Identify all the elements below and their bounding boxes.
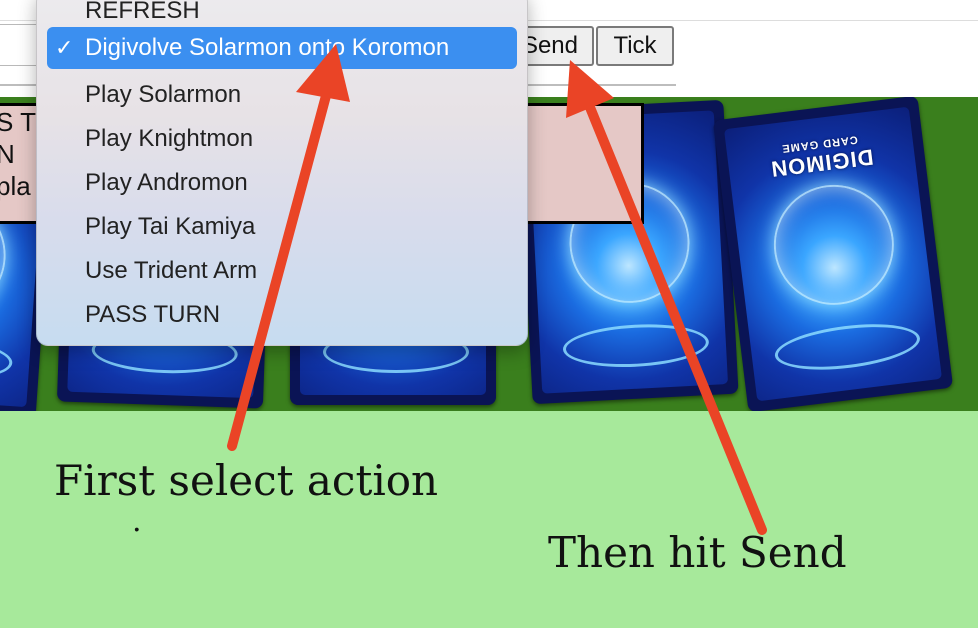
player-area bbox=[0, 411, 978, 628]
menu-item-pass-turn[interactable]: PASS TURN bbox=[85, 301, 220, 329]
card-back[interactable]: DIGIMON CARD GAME bbox=[712, 97, 954, 411]
menu-item-label: Digivolve Solarmon onto Koromon bbox=[85, 34, 450, 61]
card-logo: DIGIMON CARD GAME bbox=[768, 133, 875, 182]
annotation-second-step: Then hit Send bbox=[548, 528, 847, 577]
menu-item-digivolve[interactable]: ✓ Digivolve Solarmon onto Koromon bbox=[47, 27, 517, 69]
menu-item-refresh[interactable]: REFRESH bbox=[85, 0, 200, 25]
annotation-first-step: First select action bbox=[54, 456, 439, 505]
annotation-dot: . bbox=[132, 504, 142, 539]
menu-item-play-andromon[interactable]: Play Andromon bbox=[85, 169, 248, 197]
action-dropdown-menu: REFRESH ✓ Digivolve Solarmon onto Koromo… bbox=[36, 0, 528, 346]
tick-button[interactable]: Tick bbox=[596, 26, 674, 66]
checkmark-icon: ✓ bbox=[55, 35, 74, 60]
menu-item-play-solarmon[interactable]: Play Solarmon bbox=[85, 81, 241, 109]
menu-item-play-tai-kamiya[interactable]: Play Tai Kamiya bbox=[85, 213, 255, 241]
menu-item-use-trident-arm[interactable]: Use Trident Arm bbox=[85, 257, 257, 285]
menu-item-play-knightmon[interactable]: Play Knightmon bbox=[85, 125, 253, 153]
